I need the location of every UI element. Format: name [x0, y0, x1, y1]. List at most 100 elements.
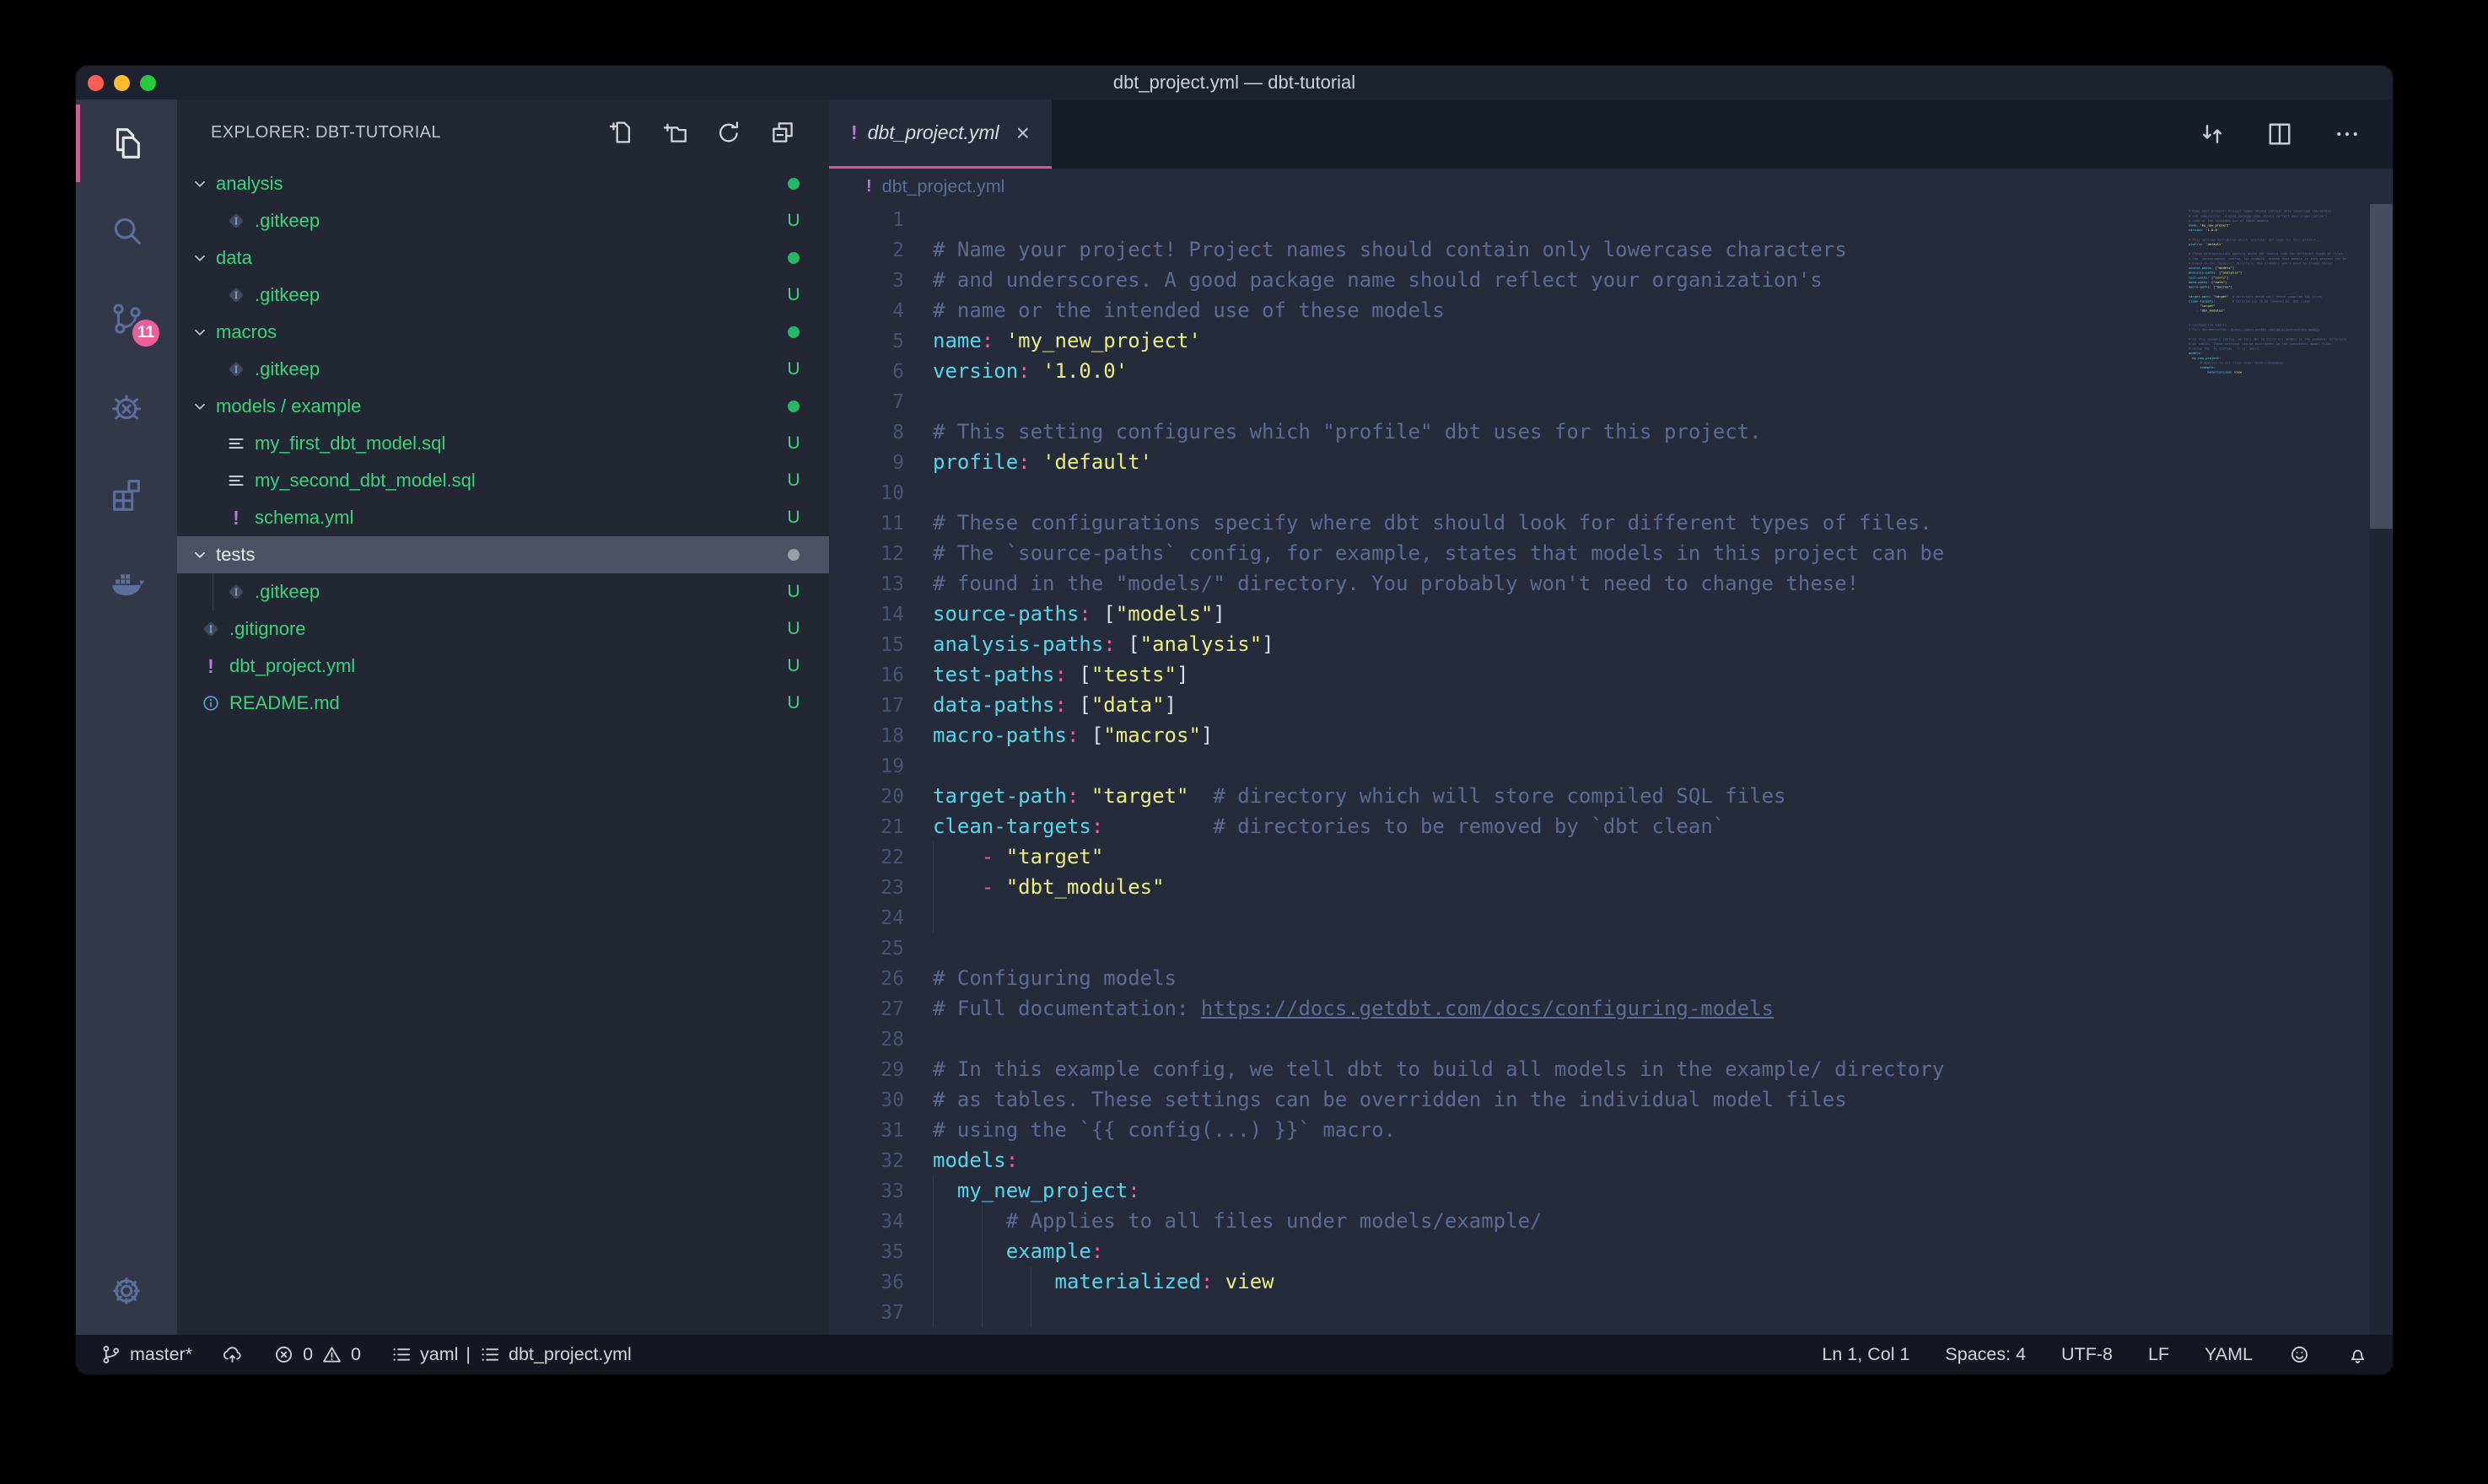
code-line[interactable]: 5name: 'my_new_project'	[829, 325, 1944, 356]
code-line[interactable]: 16test-paths: ["tests"]	[829, 659, 1944, 690]
tree-file-my-second-dbt-model-sql[interactable]: my_second_dbt_model.sqlU	[177, 462, 829, 499]
code-line[interactable]: 33 my_new_project:	[829, 1175, 1944, 1206]
code-line[interactable]: 10	[829, 477, 1944, 508]
tree-file--gitkeep[interactable]: .gitkeepU	[177, 351, 829, 388]
code-line[interactable]: 21clean-targets: # directories to be rem…	[829, 811, 1944, 841]
close-window-button[interactable]	[88, 75, 104, 91]
new-folder-button[interactable]	[660, 118, 689, 147]
code-line[interactable]: 24	[829, 902, 1944, 933]
problems-status[interactable]: 00	[272, 1343, 361, 1366]
code-line[interactable]: 30# as tables. These settings can be ove…	[829, 1084, 1944, 1115]
status-indentation[interactable]: Spaces: 4	[1945, 1344, 2026, 1365]
tree-folder-macros[interactable]: macros	[177, 314, 829, 351]
git-icon	[226, 211, 246, 231]
minimize-window-button[interactable]	[114, 75, 130, 91]
tree-folder-analysis[interactable]: analysis	[177, 165, 829, 202]
code-line[interactable]: 7	[829, 386, 1944, 417]
code-line[interactable]: 3# and underscores. A good package name …	[829, 265, 1944, 295]
tree-file-readme-md[interactable]: README.mdU	[177, 685, 829, 722]
code-token: :	[1091, 815, 1103, 838]
code-line[interactable]: 4# name or the intended use of these mod…	[829, 295, 1944, 325]
code-token: # The `source-paths` config, for example…	[933, 541, 1944, 565]
activity-bar-item-source-control[interactable]: 11	[76, 275, 177, 363]
code-line[interactable]: 31# using the `{{ config(...) }}` macro.	[829, 1115, 1944, 1145]
code-line[interactable]: 25	[829, 933, 1944, 963]
sync-status[interactable]	[221, 1343, 244, 1366]
activity-bar-item-manage[interactable]	[76, 1247, 177, 1335]
code-line[interactable]: 26# Configuring models	[829, 963, 1944, 993]
open-changes-button[interactable]	[2197, 119, 2227, 149]
code-line[interactable]: 17data-paths: ["data"]	[829, 690, 1944, 720]
chevron-down-icon	[191, 175, 209, 193]
status-encoding[interactable]: UTF-8	[2061, 1344, 2113, 1365]
tree-file--gitkeep[interactable]: .gitkeepU	[177, 277, 829, 314]
tree-file-my-first-dbt-model-sql[interactable]: my_first_dbt_model.sqlU	[177, 425, 829, 462]
tree-folder-models-example[interactable]: models / example	[177, 388, 829, 425]
new-file-button[interactable]	[606, 118, 635, 147]
close-tab-icon[interactable]: ×	[1016, 121, 1030, 145]
code-line[interactable]: 14source-paths: ["models"]	[829, 599, 1944, 629]
scrollbar-thumb[interactable]	[2370, 204, 2393, 529]
code-editor[interactable]: 12# Name your project! Project names sho…	[829, 204, 2393, 1335]
window-title: dbt_project.yml — dbt-tutorial	[1113, 72, 1355, 94]
code-line[interactable]: 6version: '1.0.0'	[829, 356, 1944, 386]
activity-bar-item-explorer[interactable]	[76, 99, 177, 187]
activity-bar-item-search[interactable]	[76, 187, 177, 275]
git-status-badge: U	[778, 470, 809, 491]
collapse-all-button[interactable]	[768, 118, 797, 147]
activity-bar-item-docker[interactable]	[76, 538, 177, 626]
split-editor-button[interactable]	[2265, 119, 2295, 149]
code-line[interactable]: 8# This setting configures which "profil…	[829, 417, 1944, 447]
refresh-button[interactable]	[714, 118, 743, 147]
code-line[interactable]: 12# The `source-paths` config, for examp…	[829, 538, 1944, 568]
tree-folder-tests[interactable]: tests	[177, 536, 829, 573]
line-number: 23	[829, 873, 933, 903]
git-branch-status[interactable]: master*	[100, 1343, 192, 1366]
code-line[interactable]: 22 - "target"	[829, 841, 1944, 872]
code-line[interactable]: 1	[829, 204, 1944, 234]
activity-bar-item-extensions[interactable]	[76, 450, 177, 538]
code-token: materialized	[2208, 370, 2231, 374]
status-cursor-position[interactable]: Ln 1, Col 1	[1822, 1344, 1909, 1365]
status-eol[interactable]: LF	[2148, 1344, 2169, 1365]
code-line[interactable]: 36 materialized: view	[829, 1266, 1944, 1297]
code-line[interactable]: 13# found in the "models/" directory. Yo…	[829, 568, 1944, 599]
code-token: # Name your project! Project names shoul…	[2189, 209, 2331, 212]
line-number: 25	[829, 933, 933, 964]
code-line[interactable]: 20target-path: "target" # directory whic…	[829, 781, 1944, 811]
more-actions-button[interactable]	[2332, 119, 2362, 149]
code-line[interactable]: 29# In this example config, we tell dbt …	[829, 1054, 1944, 1084]
code-line[interactable]: 15analysis-paths: ["analysis"]	[829, 629, 1944, 659]
status-language-mode[interactable]: YAML	[2205, 1344, 2253, 1365]
status-notifications[interactable]	[2346, 1343, 2369, 1366]
tree-file-dbt-project-yml[interactable]: !dbt_project.ymlU	[177, 648, 829, 685]
status-feedback[interactable]	[2288, 1343, 2311, 1366]
code-line[interactable]: 18macro-paths: ["macros"]	[829, 720, 1944, 750]
scrollbar[interactable]	[2370, 204, 2393, 1335]
minimap[interactable]: # Name your project! Project names shoul…	[2189, 204, 2370, 1335]
tree-file--gitignore[interactable]: .gitignoreU	[177, 610, 829, 648]
code-line[interactable]: 11# These configurations specify where d…	[829, 508, 1944, 538]
activity-bar-item-run-debug[interactable]	[76, 363, 177, 450]
zoom-window-button[interactable]	[140, 75, 156, 91]
line-number: 19	[829, 751, 933, 782]
code-token: clean-targets	[2189, 299, 2213, 303]
tab-dbt-project-yml[interactable]: ! dbt_project.yml ×	[829, 99, 1052, 169]
code-line[interactable]: 37	[829, 1297, 1944, 1327]
language-file-status[interactable]: yaml|dbt_project.yml	[390, 1343, 632, 1366]
code-line[interactable]: 2# Name your project! Project names shou…	[829, 234, 1944, 265]
tree-file--gitkeep[interactable]: .gitkeepU	[177, 573, 829, 610]
tree-file--gitkeep[interactable]: .gitkeepU	[177, 202, 829, 239]
code-line[interactable]: 34 # Applies to all files under models/e…	[829, 1206, 1944, 1236]
code-line[interactable]: 27# Full documentation: https://docs.get…	[829, 993, 1944, 1024]
code-line[interactable]: 32models:	[829, 1145, 1944, 1175]
code-line[interactable]: 28	[829, 1024, 1944, 1054]
breadcrumb[interactable]: ! dbt_project.yml	[829, 169, 2393, 204]
code-line[interactable]: 9profile: 'default'	[829, 447, 1944, 477]
code-line[interactable]: 19	[829, 750, 1944, 781]
code-line[interactable]: 23 - "dbt_modules"	[829, 872, 1944, 902]
code-line[interactable]: 35 example:	[829, 1236, 1944, 1266]
tree-file-schema-yml[interactable]: !schema.ymlU	[177, 499, 829, 536]
tree-folder-data[interactable]: data	[177, 239, 829, 277]
code-token: [	[1103, 602, 1115, 626]
